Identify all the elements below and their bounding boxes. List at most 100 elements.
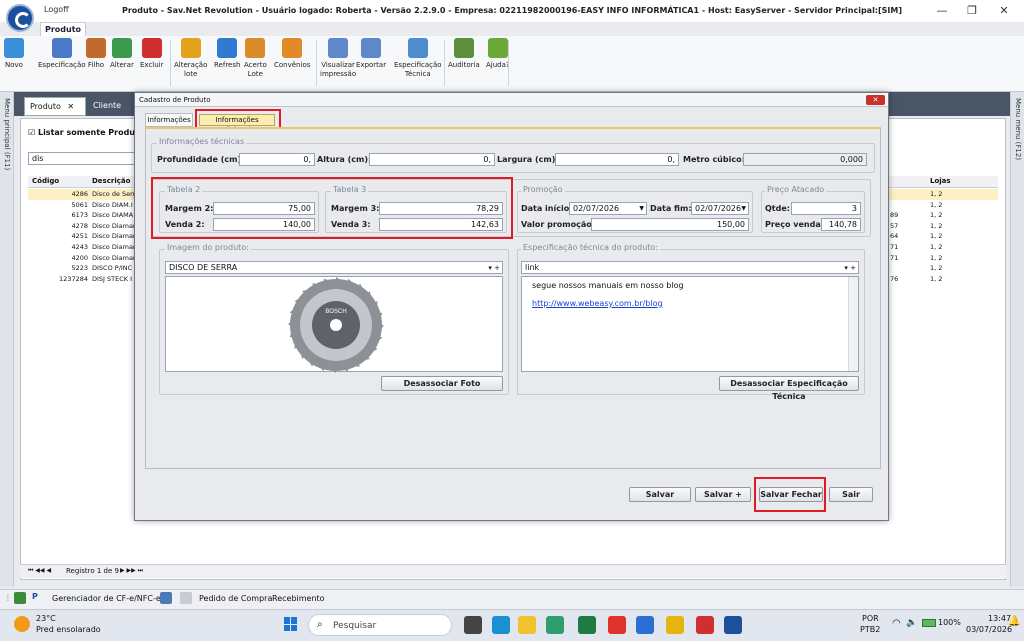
visualizar-impressao-label: Visualizar impressão (320, 61, 357, 78)
profundidade-input[interactable]: 0, (239, 153, 315, 166)
ribbon-tab-produto[interactable]: Produto (40, 22, 86, 36)
compra-icon[interactable] (160, 592, 172, 604)
especificacao-button[interactable]: Especificação (38, 38, 86, 70)
chevron-down-icon[interactable]: ▼ (741, 203, 746, 214)
tab-produto-label: Produto (30, 102, 61, 111)
module-pedido[interactable]: Pedido de Compra (199, 594, 272, 603)
refresh-button[interactable]: Refresh (214, 38, 240, 70)
dialog-title: Cadastro de Produto (139, 96, 211, 104)
chevron-plus-icon[interactable]: ▾ + (844, 262, 856, 273)
cfe-icon[interactable] (14, 592, 26, 604)
excluir-icon (141, 38, 162, 58)
chevron-down-icon[interactable]: ▼ (639, 203, 644, 214)
espec-content[interactable]: segue nossos manuais em nosso blog http:… (521, 276, 859, 372)
row-lojas: 1, 2 (930, 232, 943, 241)
espec-select[interactable]: link ▾ + (521, 261, 859, 274)
chrome-icon[interactable] (666, 616, 684, 634)
nav-first-icon[interactable]: ⏮ ◀◀ ◀ (28, 567, 51, 575)
auditoria-button[interactable]: Auditoria (448, 38, 480, 70)
taskbar-search[interactable]: ⌕ Pesquisar (308, 614, 452, 636)
largura-input[interactable]: 0, (555, 153, 679, 166)
left-menu-bar[interactable]: Menu principal (F11) (0, 92, 14, 587)
module-recebimento[interactable]: Recebimento (272, 594, 325, 603)
col-descricao[interactable]: Descrição (92, 177, 130, 185)
row-extra: 71 (890, 253, 899, 262)
notification-icon[interactable]: 🔔 (1008, 616, 1020, 627)
salvar-button[interactable]: Salvar (629, 487, 691, 502)
explorer-icon[interactable] (518, 616, 536, 634)
battery-icon[interactable] (922, 619, 936, 627)
altura-input[interactable]: 0, (369, 153, 495, 166)
right-menu-bar[interactable]: Menu menu (F12) (1010, 92, 1024, 587)
row-lojas: 1, 2 (930, 243, 943, 251)
exportar-button[interactable]: Exportar (356, 38, 386, 70)
imagem-selected: DISCO DE SERRA (169, 263, 238, 272)
minimize-icon[interactable]: — (932, 3, 952, 19)
excel-icon[interactable] (578, 616, 596, 634)
espec-link[interactable]: http://www.webeasy.com.br/blog (532, 299, 663, 308)
weather-desc[interactable]: Pred ensolarado (36, 625, 101, 634)
espec-scrollbar[interactable] (848, 277, 858, 371)
restore-icon[interactable]: ❐ (962, 3, 982, 19)
novo-label: Novo (5, 61, 23, 69)
novo-button[interactable]: Novo (4, 38, 24, 70)
filho-button[interactable]: Filho (86, 38, 106, 70)
filter-checkbox[interactable]: ☑ Listar somente Produtos (28, 128, 149, 137)
valor-promo-input[interactable]: 150,00 (591, 218, 749, 231)
ribbon-separator (508, 40, 509, 86)
desassociar-espec-button[interactable]: Desassociar Especificação Técnica (719, 376, 859, 401)
notepad-icon[interactable] (636, 616, 654, 634)
start-icon[interactable] (284, 617, 298, 631)
alteracao-lote-button[interactable]: Alteração lote (174, 38, 207, 79)
desassociar-foto-button[interactable]: Desassociar Foto (381, 376, 503, 391)
edge-icon[interactable] (492, 616, 510, 634)
ps-icon[interactable]: P (32, 592, 38, 601)
nav-next-icon[interactable]: ▶ ▶▶ ⏭ (120, 567, 143, 575)
ajuda-button[interactable]: Ajuda? (486, 38, 510, 70)
savnet-icon[interactable] (724, 616, 742, 634)
row-code: 1237284 (59, 274, 88, 283)
lang-1[interactable]: POR (862, 614, 879, 623)
lang-2[interactable]: PTB2 (860, 625, 880, 634)
saw-brand: BOSCH (325, 309, 346, 315)
tab-produto[interactable]: Produto ✕ (24, 97, 86, 116)
qtde-input[interactable]: 3 (791, 202, 861, 215)
imagem-select[interactable]: DISCO DE SERRA ▾ + (165, 261, 503, 274)
module-cfe[interactable]: Gerenciador de CF-e/NFC-e (52, 594, 161, 603)
app-red-icon[interactable] (696, 616, 714, 634)
row-code: 4243 (71, 243, 88, 251)
wifi-icon[interactable]: ◠ (892, 618, 901, 629)
excluir-button[interactable]: Excluir (140, 38, 164, 70)
recebimento-icon[interactable] (180, 592, 192, 604)
product-image: BOSCH (165, 276, 503, 373)
close-tab-icon[interactable]: ✕ (67, 102, 74, 111)
clock-date[interactable]: 03/07/2026 (966, 625, 1012, 634)
close-icon[interactable]: ✕ (994, 3, 1014, 19)
app-globe-icon[interactable] (546, 616, 564, 634)
search-input[interactable]: dis (28, 152, 138, 165)
sair-button[interactable]: Sair (829, 487, 873, 502)
fim-date[interactable]: 02/07/2026 ▼ (691, 202, 749, 215)
col-lojas[interactable]: Lojas (930, 177, 951, 185)
volume-icon[interactable]: 🔈 (906, 618, 917, 628)
dialog-close-icon[interactable]: ✕ (866, 95, 885, 105)
right-menu-label: Menu menu (F12) (1014, 98, 1022, 161)
weather-temp[interactable]: 23°C (36, 614, 56, 623)
chevron-plus-icon[interactable]: ▾ + (488, 262, 500, 273)
acerto-lote-button[interactable]: Acerto Lote (244, 38, 267, 79)
dialog-tab-informacoes[interactable]: Informações (145, 113, 193, 127)
col-codigo[interactable]: Código (32, 177, 59, 185)
salvar-mais-button[interactable]: Salvar + (695, 487, 751, 502)
task-view-icon[interactable] (464, 616, 482, 634)
exportar-icon (361, 38, 382, 58)
alterar-button[interactable]: Alterar (110, 38, 134, 70)
preco-venda-input[interactable]: 140,78 (821, 218, 861, 231)
anydesk-icon[interactable] (608, 616, 626, 634)
inicio-date[interactable]: 02/07/2026 ▼ (569, 202, 647, 215)
especificacao-tecnica-button[interactable]: Especificação Técnica (394, 38, 442, 79)
tab-cliente[interactable]: Cliente (88, 97, 132, 116)
visualizar-impressao-button[interactable]: Visualizar impressão (320, 38, 356, 79)
weather-icon[interactable] (14, 616, 30, 632)
qtde-label: Qtde: (765, 204, 790, 213)
convenios-button[interactable]: Convênios (274, 38, 310, 70)
